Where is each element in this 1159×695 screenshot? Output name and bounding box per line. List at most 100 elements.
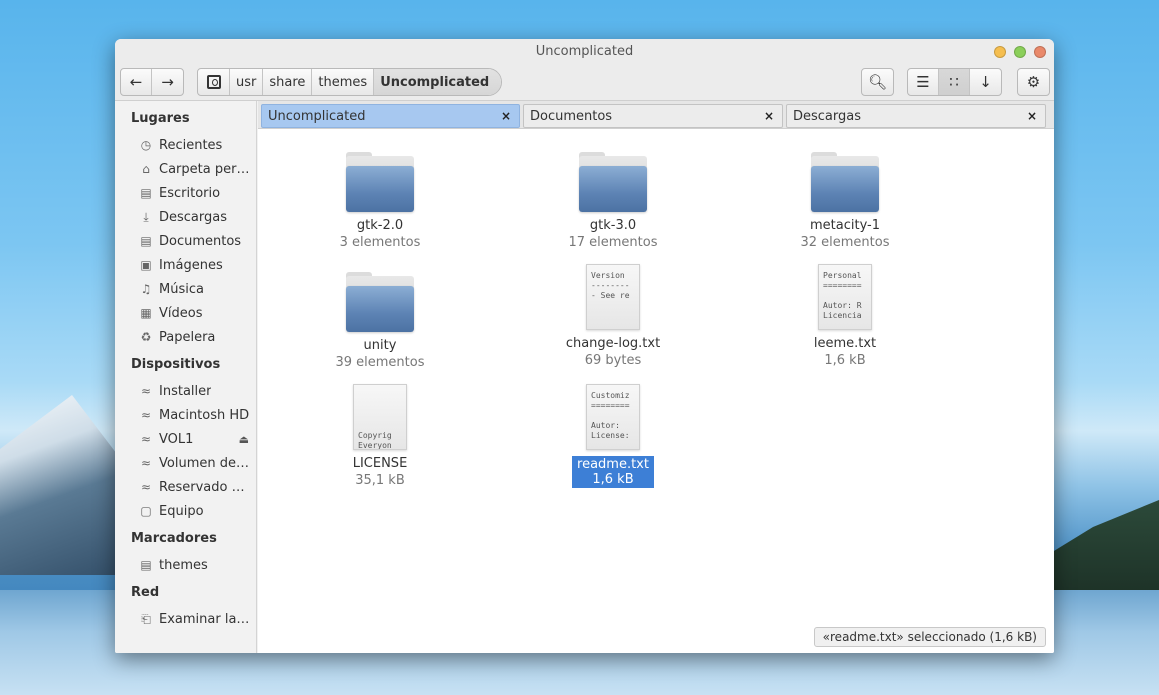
breadcrumb-root[interactable] bbox=[198, 69, 230, 95]
sort-button[interactable]: ↓ bbox=[970, 69, 1001, 95]
file-item-license[interactable]: Copyrig Everyon LICENSE 35,1 kB bbox=[320, 384, 440, 488]
download-icon: ⤓ bbox=[143, 209, 149, 224]
tab-descargas[interactable]: Descargas × bbox=[786, 104, 1046, 128]
close-tab-icon[interactable]: × bbox=[501, 109, 511, 123]
sidebar-item-escritorio[interactable]: ▤ Escritorio bbox=[139, 183, 253, 203]
sidebar-item-musica[interactable]: ♫ Música bbox=[139, 279, 253, 299]
sidebar-item-volumen[interactable]: ≈ Volumen de … bbox=[139, 453, 253, 473]
video-icon: ▦ bbox=[140, 306, 152, 320]
sidebar-item-browse-network[interactable]: ⎗ Examinar la r… bbox=[139, 609, 253, 629]
toolbar: ← → usr share themes Uncomplicated 🔍︎ ☰ … bbox=[115, 65, 1054, 101]
file-item-gtk-2[interactable]: gtk-2.0 3 elementos bbox=[320, 152, 440, 250]
forward-button[interactable]: → bbox=[152, 69, 183, 95]
sidebar-item-equipo[interactable]: ▢ Equipo bbox=[139, 501, 253, 521]
network-icon: ≈ bbox=[140, 432, 152, 446]
folder-icon: ▤ bbox=[140, 558, 152, 572]
settings-group: ⚙ bbox=[1017, 68, 1050, 96]
network-browse-icon: ⎗ bbox=[141, 611, 151, 626]
clock-icon: ◷ bbox=[140, 138, 152, 152]
folder-icon bbox=[811, 152, 879, 212]
tab-label: Descargas bbox=[793, 108, 862, 124]
sidebar-item-label: VOL1 bbox=[159, 431, 194, 447]
sidebar-item-label: Macintosh HD bbox=[159, 407, 250, 423]
sidebar-item-videos[interactable]: ▦ Vídeos bbox=[139, 303, 253, 323]
folder-icon: ▤ bbox=[140, 186, 152, 200]
sidebar-item-recientes[interactable]: ◷ Recientes bbox=[139, 135, 253, 155]
network-icon: ≈ bbox=[140, 384, 152, 398]
list-view-button[interactable]: ☰ bbox=[908, 69, 939, 95]
sidebar-item-label: Recientes bbox=[159, 137, 223, 153]
home-icon: ⌂ bbox=[142, 162, 150, 176]
sidebar-item-label: Vídeos bbox=[159, 305, 203, 321]
network-icon: ≈ bbox=[140, 456, 152, 470]
eject-icon[interactable]: ⏏ bbox=[239, 433, 249, 446]
sidebar-item-label: Música bbox=[159, 281, 204, 297]
file-manager-window: Uncomplicated ← → usr share themes Uncom… bbox=[115, 39, 1054, 653]
breadcrumb-themes[interactable]: themes bbox=[312, 69, 375, 95]
file-item-leeme[interactable]: Personal ======== Autor: R Licencia leem… bbox=[785, 264, 905, 368]
file-item-metacity[interactable]: metacity-1 32 elementos bbox=[785, 152, 905, 250]
file-item-readme[interactable]: Customiz ======== Autor: License: readme… bbox=[553, 384, 673, 488]
back-button[interactable]: ← bbox=[121, 69, 152, 95]
tab-label: Documentos bbox=[530, 108, 613, 124]
sidebar-item-installer[interactable]: ≈ Installer bbox=[139, 381, 253, 401]
status-bar: «readme.txt» seleccionado (1,6 kB) bbox=[813, 627, 1046, 647]
file-name: metacity-1 bbox=[809, 218, 880, 233]
tab-label: Uncomplicated bbox=[268, 108, 366, 124]
sidebar: Lugares ◷ Recientes ⌂ Carpeta pers… ▤ Escri… bbox=[115, 101, 257, 653]
network-icon: ≈ bbox=[140, 408, 152, 422]
sidebar-item-macintosh-hd[interactable]: ≈ Macintosh HD bbox=[139, 405, 253, 425]
file-meta: 3 elementos bbox=[339, 235, 421, 250]
trash-icon: ♻ bbox=[140, 330, 152, 344]
breadcrumb-uncomplicated[interactable]: Uncomplicated bbox=[374, 69, 502, 95]
sidebar-item-reservado[interactable]: ≈ Reservado p… bbox=[139, 477, 253, 497]
list-view-icon: ☰ bbox=[916, 73, 930, 91]
file-item-gtk-3[interactable]: gtk-3.0 17 elementos bbox=[553, 152, 673, 250]
search-group: 🔍︎ bbox=[861, 68, 894, 96]
tab-uncomplicated[interactable]: Uncomplicated × bbox=[261, 104, 520, 128]
window-title: Uncomplicated bbox=[535, 44, 634, 59]
text-file-icon: Copyrig Everyon bbox=[353, 384, 407, 450]
gear-icon: ⚙ bbox=[1026, 73, 1041, 91]
sidebar-item-label: Volumen de … bbox=[159, 455, 251, 471]
breadcrumb-share[interactable]: share bbox=[263, 69, 313, 95]
sidebar-item-vol1[interactable]: ≈ VOL1 ⏏ bbox=[139, 429, 253, 449]
text-file-icon: Customiz ======== Autor: License: bbox=[586, 384, 640, 450]
close-tab-icon[interactable]: × bbox=[764, 109, 774, 123]
sidebar-item-label: Papelera bbox=[159, 329, 216, 345]
file-item-change-log[interactable]: Version -------- - See re change-log.txt… bbox=[553, 264, 673, 368]
minimize-button[interactable] bbox=[994, 46, 1006, 58]
sidebar-heading-bookmarks: Marcadores bbox=[131, 531, 217, 546]
close-window-button[interactable] bbox=[1034, 46, 1046, 58]
sidebar-item-descargas[interactable]: ⤓ Descargas bbox=[139, 207, 253, 227]
folder-icon: ▤ bbox=[140, 234, 152, 248]
text-file-icon: Personal ======== Autor: R Licencia bbox=[818, 264, 872, 330]
sidebar-heading-places: Lugares bbox=[131, 111, 190, 126]
arrow-right-icon: → bbox=[161, 73, 174, 91]
folder-icon bbox=[579, 152, 647, 212]
desktop-shore bbox=[1049, 500, 1159, 590]
close-tab-icon[interactable]: × bbox=[1027, 109, 1037, 123]
sidebar-item-imagenes[interactable]: ▣ Imágenes bbox=[139, 255, 253, 275]
file-name: LICENSE bbox=[352, 456, 408, 471]
sidebar-item-home[interactable]: ⌂ Carpeta pers… bbox=[139, 159, 253, 179]
sidebar-item-themes[interactable]: ▤ themes bbox=[139, 555, 253, 575]
breadcrumb-usr[interactable]: usr bbox=[230, 69, 264, 95]
main-pane: Uncomplicated × Documentos × Descargas ×… bbox=[258, 101, 1054, 653]
file-item-unity[interactable]: unity 39 elementos bbox=[320, 272, 440, 370]
maximize-button[interactable] bbox=[1014, 46, 1026, 58]
folder-icon bbox=[346, 152, 414, 212]
search-button[interactable]: 🔍︎ bbox=[862, 69, 893, 95]
sidebar-item-documentos[interactable]: ▤ Documentos bbox=[139, 231, 253, 251]
breadcrumb: usr share themes Uncomplicated bbox=[197, 68, 503, 96]
file-grid: gtk-2.0 3 elementos gtk-3.0 17 elementos… bbox=[258, 130, 1054, 653]
arrow-left-icon: ← bbox=[129, 73, 143, 91]
sidebar-item-papelera[interactable]: ♻ Papelera bbox=[139, 327, 253, 347]
tab-documentos[interactable]: Documentos × bbox=[523, 104, 783, 128]
grid-view-button[interactable]: ∷ bbox=[939, 69, 970, 95]
titlebar[interactable]: Uncomplicated bbox=[115, 39, 1054, 65]
sidebar-item-label: Imágenes bbox=[159, 257, 223, 273]
search-icon: 🔍︎ bbox=[867, 73, 888, 91]
settings-button[interactable]: ⚙ bbox=[1018, 69, 1049, 95]
file-meta: 69 bytes bbox=[584, 353, 642, 368]
